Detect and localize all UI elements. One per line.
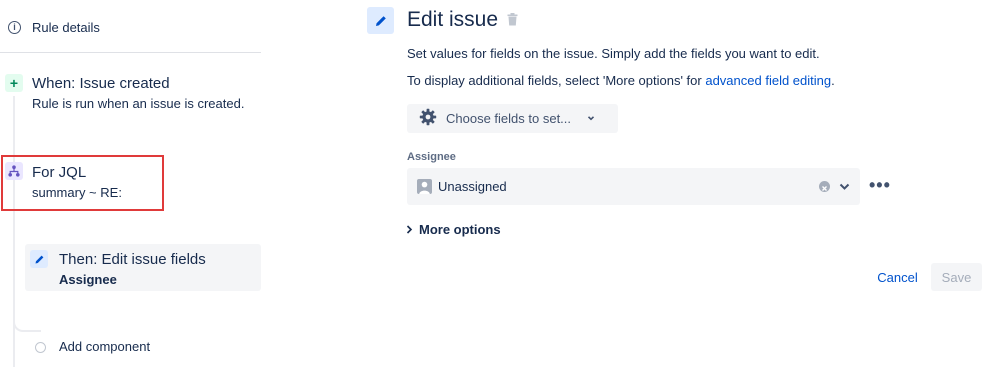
description-2-prefix: To display additional fields, select 'Mo… [407,73,706,88]
chevron-right-icon [406,222,413,237]
avatar [417,179,432,194]
chevron-down-icon[interactable] [838,180,851,198]
assignee-value: Unassigned [438,179,507,194]
info-icon: i [8,21,21,34]
cancel-button[interactable]: Cancel [870,263,925,291]
trigger-subtitle: Rule is run when an issue is created. [32,96,245,111]
choose-fields-label: Choose fields to set... [446,111,572,126]
description-2: To display additional fields, select 'Mo… [407,73,835,88]
more-options-toggle[interactable]: More options [406,222,501,237]
assignee-label: Assignee [407,151,456,163]
action-title: Then: Edit issue fields [59,251,206,268]
description-1: Set values for fields on the issue. Simp… [407,46,820,61]
assignee-select[interactable]: Unassigned [407,168,860,205]
page-title-row: Edit issue [407,8,518,32]
trigger-title: When: Issue created [32,75,170,92]
advanced-field-editing-link[interactable]: advanced field editing [705,73,831,88]
add-component-link[interactable]: Add component [59,339,150,354]
save-button[interactable]: Save [931,263,982,291]
more-options-label: More options [419,222,501,237]
plus-icon: + [5,74,23,92]
description-2-suffix: . [831,73,835,88]
rule-details-label: Rule details [32,20,100,35]
action-subtitle: Assignee [59,272,117,287]
rule-details-link[interactable]: i Rule details [8,20,100,35]
rule-sidebar: i Rule details + When: Issue created Rul… [0,0,262,367]
branch-subtitle: summary ~ RE: [32,185,122,200]
chevron-down-icon [586,111,596,126]
branch-icon [5,162,23,180]
divider [0,52,261,53]
branch-title: For JQL [32,164,87,181]
trash-icon[interactable] [507,8,518,32]
clear-icon[interactable] [819,181,830,192]
choose-fields-button[interactable]: Choose fields to set... [407,104,618,133]
trigger-node[interactable]: When: Issue created Rule is run when an … [32,75,244,111]
branch-node[interactable]: For JQL summary ~ RE: [32,164,122,200]
page-title: Edit issue [407,8,499,31]
gear-icon [419,108,437,129]
more-actions-icon[interactable]: ••• [869,176,891,194]
add-component-dot [35,342,46,353]
pencil-icon [30,250,48,268]
edit-icon [367,7,394,34]
